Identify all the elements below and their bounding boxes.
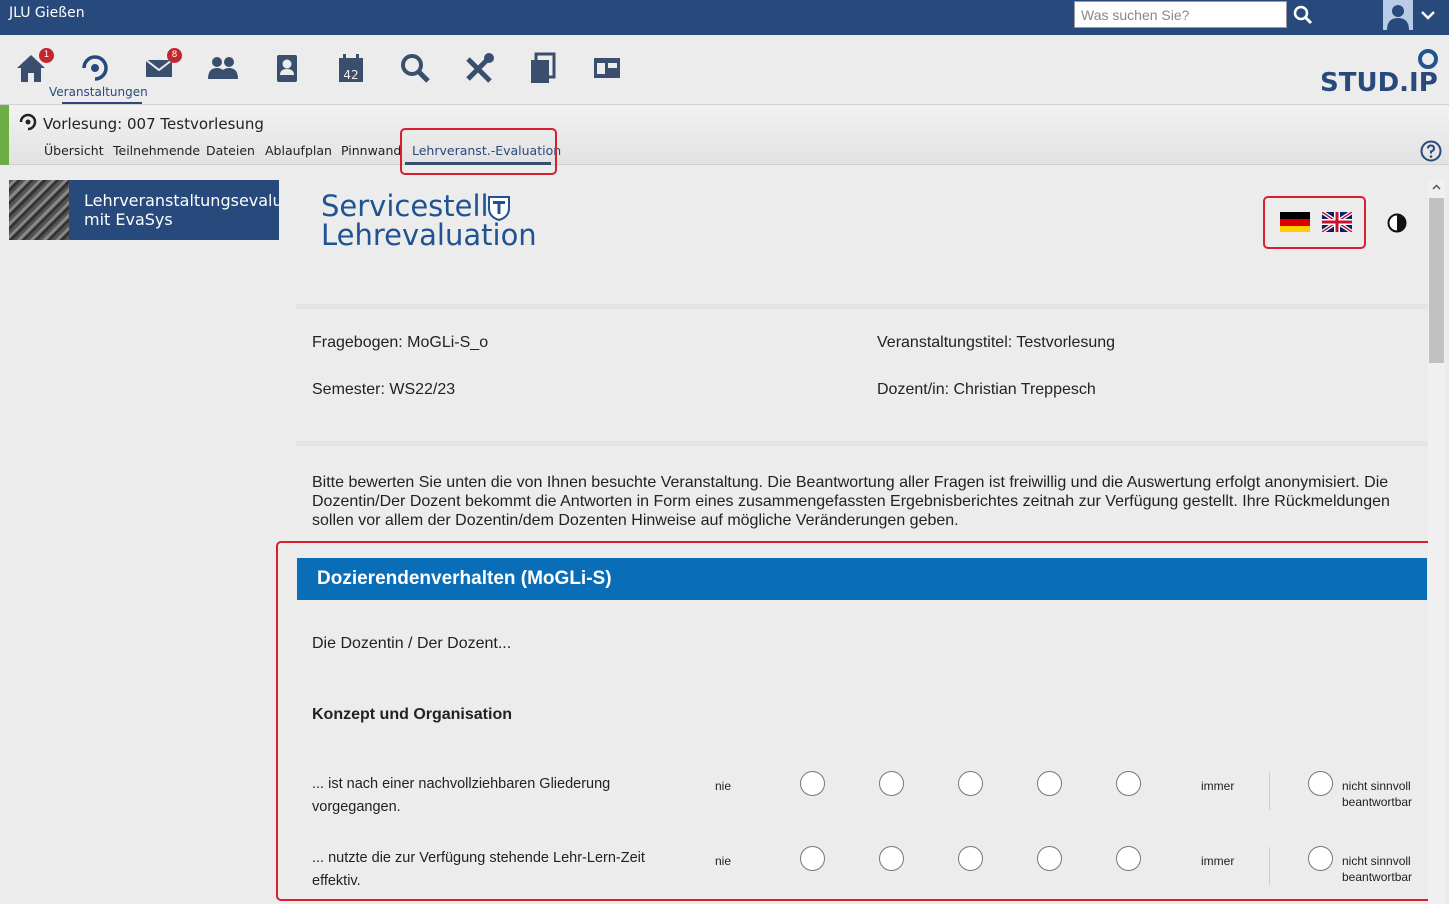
courses-icon — [19, 113, 37, 131]
course-color-bar — [0, 105, 9, 165]
community-icon[interactable] — [206, 51, 240, 85]
questionnaire-label: Fragebogen: MoGLi-S_o — [312, 334, 489, 351]
tab-overview[interactable]: Übersicht — [44, 143, 104, 158]
sidebar-widget-title: Lehrveranstaltungsevaluation mit EvaSys — [84, 191, 279, 229]
search-nav-icon[interactable] — [398, 51, 432, 85]
shield-icon — [488, 196, 510, 221]
top-bar: JLU Gießen Was suchen Sie? — [0, 0, 1449, 35]
highlight-frame — [276, 541, 1445, 901]
tools-icon[interactable] — [462, 51, 496, 85]
semester-label: Semester: WS22/23 — [312, 381, 456, 398]
nav-label-courses[interactable]: Veranstaltungen — [49, 85, 148, 99]
avatar[interactable] — [1383, 0, 1413, 30]
scrollbar[interactable] — [1428, 180, 1445, 904]
brand-line-2: Lehrevaluation — [321, 218, 537, 252]
help-icon[interactable] — [1420, 140, 1442, 162]
start-icon[interactable] — [590, 51, 624, 85]
course-title: Vorlesung: 007 Testvorlesung — [43, 115, 264, 133]
course-title-label: Veranstaltungstitel: Testvorlesung — [877, 334, 1116, 351]
nav-active-indicator — [62, 102, 142, 104]
sidebar-photo — [9, 180, 69, 240]
studip-logo[interactable]: STUD.IP — [1318, 47, 1444, 95]
tab-participants[interactable]: Teilnehmende — [113, 143, 200, 158]
scroll-up-icon[interactable] — [1432, 183, 1441, 192]
profile-icon[interactable] — [270, 51, 304, 85]
main-navigation: 1 Veranstaltungen 8 42 STUD.IP — [0, 35, 1449, 105]
intro-text: Bitte bewerten Sie unten die von Ihnen b… — [312, 474, 1390, 529]
tab-files[interactable]: Dateien — [206, 143, 255, 158]
calendar-icon[interactable]: 42 — [334, 51, 368, 85]
courses-icon[interactable] — [78, 51, 112, 85]
highlight-frame — [1263, 196, 1366, 249]
contrast-icon[interactable] — [1387, 213, 1407, 233]
mail-badge: 8 — [167, 48, 182, 63]
search-input[interactable]: Was suchen Sie? — [1074, 1, 1287, 28]
chevron-down-icon[interactable] — [1419, 7, 1437, 23]
divider — [296, 304, 1428, 309]
lecturer-label: Dozent/in: Christian Treppesch — [877, 381, 1096, 398]
highlight-frame — [400, 128, 557, 175]
calendar-day: 42 — [343, 68, 358, 82]
sidebar-widget: Lehrveranstaltungsevaluation mit EvaSys — [9, 180, 279, 240]
home-badge: 1 — [39, 48, 54, 63]
files-icon[interactable] — [526, 51, 560, 85]
tab-schedule[interactable]: Ablaufplan — [265, 143, 332, 158]
scrollbar-thumb[interactable] — [1429, 198, 1444, 363]
institution-name[interactable]: JLU Gießen — [9, 5, 85, 21]
tab-pinboard[interactable]: Pinnwand — [341, 143, 401, 158]
course-header: Vorlesung: 007 Testvorlesung Übersicht T… — [0, 105, 1449, 165]
divider — [296, 441, 1428, 446]
logo-text: STUD.IP — [1320, 68, 1438, 95]
search-icon[interactable] — [1292, 4, 1314, 26]
